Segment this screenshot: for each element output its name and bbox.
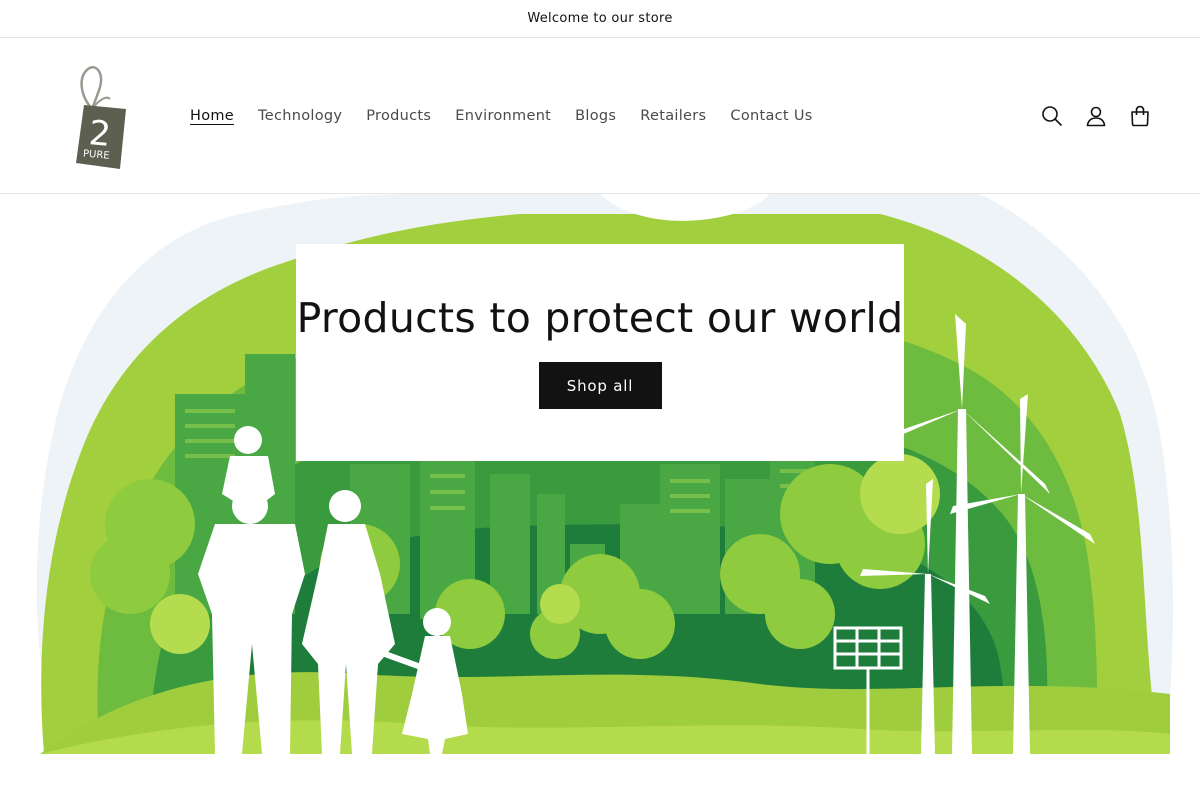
nav-products[interactable]: Products [366,108,431,124]
nav-contact-us[interactable]: Contact Us [730,108,812,124]
search-button[interactable] [1030,94,1074,138]
account-icon [1086,106,1106,126]
nav-technology[interactable]: Technology [258,108,342,124]
nav-blogs[interactable]: Blogs [575,108,616,124]
nav-environment[interactable]: Environment [455,108,551,124]
hero-content-box: Products to protect our world Shop all [296,244,904,461]
logo-graphic: 2 PURE [76,66,126,169]
logo[interactable]: 2 PURE [70,65,132,169]
main-nav: Home Technology Products Environment Blo… [178,38,825,193]
announcement-text: Welcome to our store [527,11,673,26]
shop-all-button[interactable]: Shop all [538,362,662,409]
hero-title: Products to protect our world [296,294,904,342]
cart-icon [1131,105,1149,126]
account-button[interactable] [1074,94,1118,138]
cart-button[interactable] [1118,94,1162,138]
nav-home[interactable]: Home [190,108,234,124]
header-icons [1030,38,1162,193]
search-icon [1042,105,1062,126]
hero-banner: Products to protect our world Shop all [0,194,1200,754]
svg-text:PURE: PURE [83,149,110,162]
nav-retailers[interactable]: Retailers [640,108,706,124]
site-header: 2 PURE Home Technology Products Environm… [0,38,1200,194]
announcement-bar: Welcome to our store [0,0,1200,38]
